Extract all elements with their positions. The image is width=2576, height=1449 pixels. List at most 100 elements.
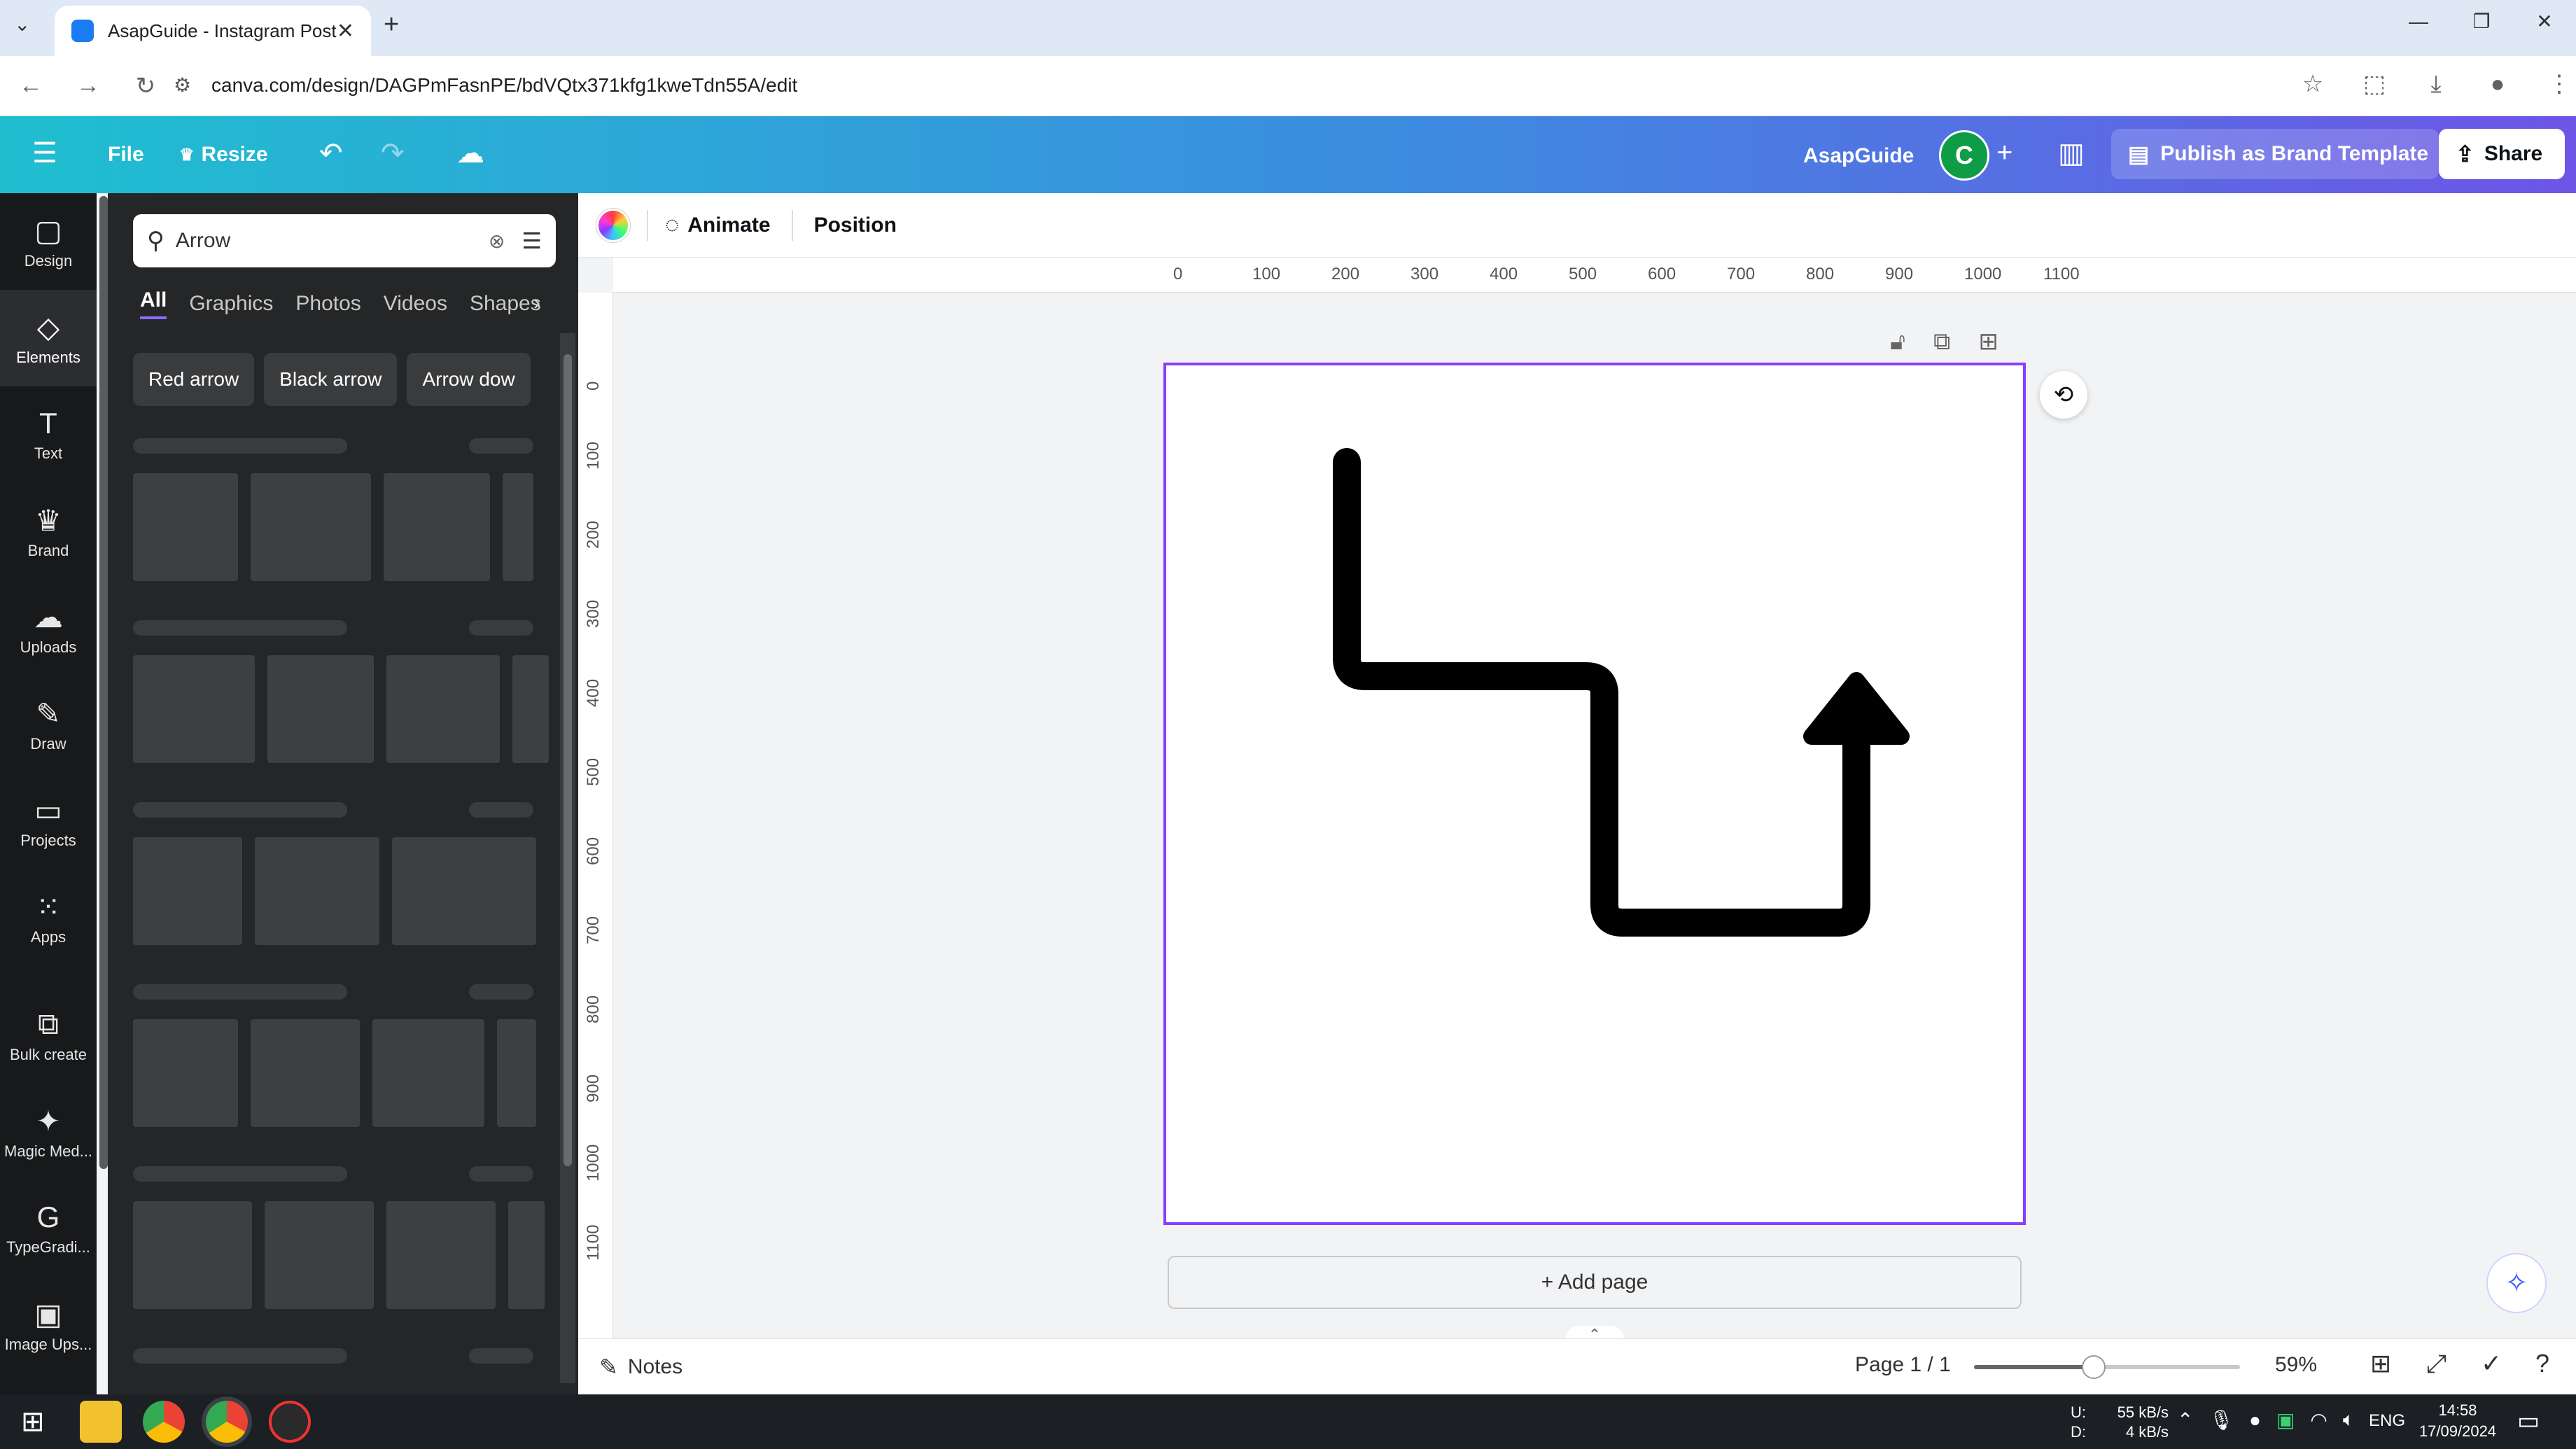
publish-brand-template-button[interactable]: ▤ Publish as Brand Template bbox=[2111, 129, 2439, 179]
ruler-tick-label: 500 bbox=[1569, 265, 1597, 284]
tray-chevron-icon[interactable]: ⌃ bbox=[2177, 1408, 2193, 1432]
lock-icon[interactable]: 🔓︎ bbox=[1890, 328, 1905, 356]
windows-start-icon[interactable]: ⊞ bbox=[21, 1406, 45, 1438]
chrome-icon[interactable] bbox=[142, 1401, 185, 1443]
close-tab-icon[interactable]: ✕ bbox=[337, 19, 354, 43]
refresh-rotate-icon[interactable]: ⟲ bbox=[2040, 371, 2087, 419]
sidebar-item-magic-med[interactable]: ✦ Magic Med... bbox=[0, 1084, 97, 1180]
sidebar-item-projects[interactable]: ▭ Projects bbox=[0, 773, 97, 869]
undo-icon[interactable]: ↶ bbox=[319, 137, 343, 169]
microphone-icon[interactable]: 🎙︎ bbox=[2208, 1408, 2234, 1432]
sidebar-item-image-ups[interactable]: ▣ Image Ups... bbox=[0, 1277, 97, 1373]
share-button[interactable]: ⇪ Share bbox=[2439, 129, 2565, 179]
tab-videos[interactable]: Videos bbox=[384, 292, 447, 316]
tab-all[interactable]: All bbox=[140, 288, 167, 319]
sidebar-item-text[interactable]: T Text bbox=[0, 386, 97, 483]
main-menu-icon[interactable]: ☰ bbox=[32, 137, 57, 169]
sidebar-item-draw[interactable]: ✎ Draw bbox=[0, 676, 97, 773]
extensions-icon[interactable]: ⬚ bbox=[2358, 70, 2391, 98]
sidebar-item-apps[interactable]: ⁙ Apps bbox=[0, 869, 97, 966]
insights-chart-icon[interactable]: ▥ bbox=[2058, 137, 2085, 169]
browser-tab[interactable]: AsapGuide - Instagram Post ✕ bbox=[55, 6, 371, 56]
cloud-save-icon[interactable]: ☁ bbox=[456, 137, 484, 169]
color-picker-swatch[interactable] bbox=[596, 208, 630, 242]
check-icon[interactable]: ✓ bbox=[2481, 1349, 2502, 1378]
magic-assistant-icon[interactable]: ✧ bbox=[2486, 1253, 2547, 1313]
tray-app-icon[interactable]: ● bbox=[2249, 1409, 2261, 1432]
sidebar-item-bulk-create[interactable]: ⧉ Bulk create bbox=[0, 987, 97, 1084]
minimize-icon[interactable]: — bbox=[2387, 10, 2450, 33]
expand-pages-chevron-icon[interactable]: ⌃ bbox=[1565, 1326, 1624, 1343]
sidebar-item-brand[interactable]: ♛ Brand bbox=[0, 483, 97, 580]
language-indicator[interactable]: ENG bbox=[2369, 1411, 2405, 1431]
download-icon[interactable]: ⤓ bbox=[2419, 71, 2453, 98]
add-collaborator-icon[interactable]: + bbox=[1996, 137, 2012, 169]
grid-view-icon[interactable]: ⊞ bbox=[2370, 1349, 2391, 1378]
loading-thumbnail bbox=[497, 1019, 536, 1127]
tab-list-chevron-icon[interactable]: ⌄ bbox=[14, 13, 30, 36]
sidebar-item-elements[interactable]: ◇ Elements bbox=[0, 290, 97, 386]
add-page-icon[interactable]: ⊞ bbox=[1978, 328, 1998, 356]
tab-shapes[interactable]: Shapes bbox=[470, 292, 541, 316]
url-field[interactable]: ⚙ canva.com/design/DAGPmFasnPE/bdVQtx371… bbox=[161, 66, 2296, 105]
restore-icon[interactable]: ❐ bbox=[2450, 10, 2513, 33]
suggestion-chip[interactable]: Black arrow bbox=[264, 353, 398, 406]
tray-green-app-icon[interactable]: ▣ bbox=[2276, 1408, 2295, 1432]
ruler-tick-label: 100 bbox=[1252, 265, 1281, 284]
sidebar-item-typegradi[interactable]: G TypeGradi... bbox=[0, 1180, 97, 1277]
redo-icon[interactable]: ↷ bbox=[381, 137, 405, 169]
design-page[interactable] bbox=[1163, 363, 2026, 1225]
add-page-button[interactable]: + Add page bbox=[1168, 1256, 2022, 1309]
resize-button[interactable]: Resize bbox=[202, 143, 268, 167]
panel-scrollbar[interactable] bbox=[560, 333, 575, 1383]
window-close-icon[interactable]: ✕ bbox=[2513, 10, 2576, 33]
profile-icon[interactable]: ● bbox=[2481, 71, 2514, 98]
zoom-percentage[interactable]: 59% bbox=[2275, 1353, 2317, 1377]
animate-button[interactable]: Animate bbox=[687, 214, 770, 237]
avatar[interactable]: C bbox=[1939, 130, 1989, 181]
zoom-slider[interactable] bbox=[1974, 1355, 2240, 1379]
page-indicator[interactable]: Page 1 / 1 bbox=[1855, 1353, 1951, 1377]
search-icon: ⚲ bbox=[147, 227, 164, 254]
recorder-app-icon[interactable] bbox=[268, 1401, 311, 1443]
volume-icon[interactable]: 🔈︎ bbox=[2343, 1408, 2355, 1432]
filter-sliders-icon[interactable]: ☰ bbox=[522, 227, 542, 254]
notes-button[interactable]: Notes bbox=[628, 1355, 682, 1379]
ruler-tick-label: 300 bbox=[584, 599, 603, 628]
position-button[interactable]: Position bbox=[814, 214, 897, 237]
wifi-icon[interactable]: ◠ bbox=[2310, 1408, 2327, 1432]
fullscreen-icon[interactable]: ⤢ bbox=[2426, 1349, 2446, 1379]
new-tab-button[interactable]: + bbox=[384, 10, 399, 40]
chrome-active-icon[interactable] bbox=[205, 1401, 248, 1443]
team-name[interactable]: AsapGuide bbox=[1803, 144, 1914, 168]
back-icon[interactable]: ← bbox=[14, 72, 48, 99]
file-menu-button[interactable]: File bbox=[108, 143, 144, 167]
bent-arrow-graphic[interactable] bbox=[1166, 365, 2023, 1222]
reload-icon[interactable]: ↻ bbox=[129, 72, 162, 100]
horizontal-ruler: 0 100 200 300 400 500 600 700 800 900 1000 1100 bbox=[613, 258, 2576, 293]
notifications-icon[interactable]: ▭ bbox=[2517, 1407, 2540, 1435]
ruler-tick-label: 700 bbox=[584, 916, 603, 944]
elements-search-input[interactable]: ⚲ Arrow ⊗ ☰ bbox=[133, 214, 556, 267]
clear-search-icon[interactable]: ⊗ bbox=[489, 230, 505, 253]
clock[interactable]: 14:58 17/09/2024 bbox=[2416, 1400, 2499, 1442]
file-explorer-icon[interactable] bbox=[79, 1401, 122, 1443]
bookmark-star-icon[interactable]: ☆ bbox=[2296, 70, 2330, 98]
browser-menu-icon[interactable]: ⋮ bbox=[2542, 70, 2576, 98]
tab-graphics[interactable]: Graphics bbox=[189, 292, 273, 316]
help-icon[interactable]: ? bbox=[2535, 1349, 2549, 1378]
tabs-scroll-right-icon[interactable]: › bbox=[533, 291, 540, 315]
editor-footer: ✎ Notes Page 1 / 1 59% ⊞ ⤢ ✓ ? bbox=[578, 1338, 2576, 1394]
rail-scrollbar[interactable] bbox=[99, 196, 108, 1169]
site-info-icon[interactable]: ⚙ bbox=[174, 66, 191, 105]
zoom-slider-handle[interactable] bbox=[2082, 1355, 2106, 1379]
suggestion-chip[interactable]: Arrow dow bbox=[407, 353, 531, 406]
sidebar-item-uploads[interactable]: ☁ Uploads bbox=[0, 580, 97, 676]
duplicate-page-icon[interactable]: ⧉ bbox=[1933, 328, 1950, 356]
suggestion-chip[interactable]: Red arrow bbox=[133, 353, 255, 406]
sidebar-item-design[interactable]: ▢ Design bbox=[0, 193, 97, 290]
ruler-tick-label: 200 bbox=[1331, 265, 1360, 284]
forward-icon[interactable]: → bbox=[71, 72, 105, 99]
ruler-tick-label: 100 bbox=[584, 441, 603, 470]
tab-photos[interactable]: Photos bbox=[295, 292, 360, 316]
